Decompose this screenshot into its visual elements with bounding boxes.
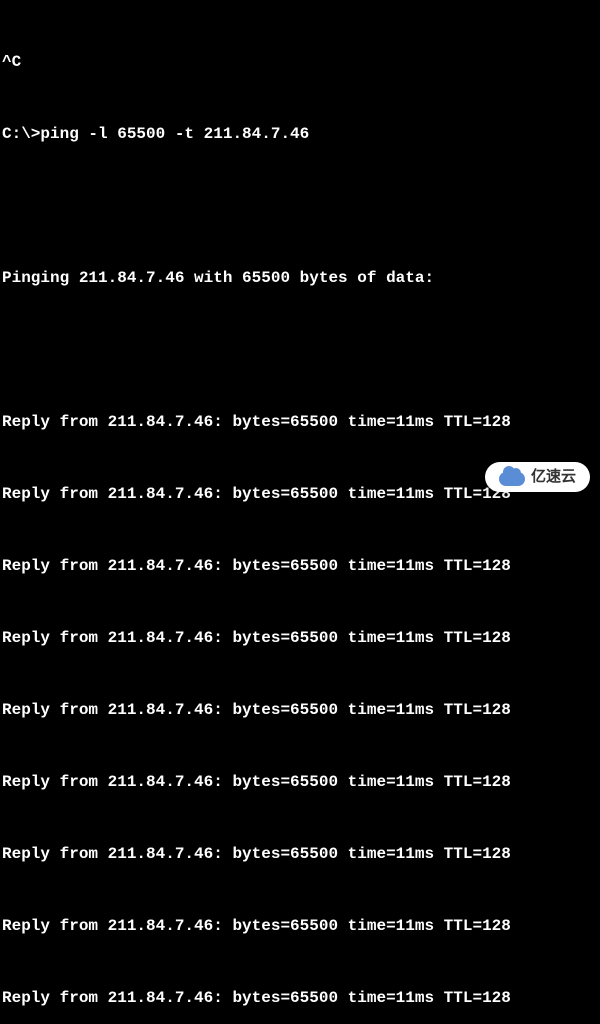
ping-reply: Reply from 211.84.7.46: bytes=65500 time…	[2, 554, 598, 578]
interrupt-line: ^C	[2, 50, 598, 74]
blank-line	[2, 338, 598, 362]
pinging-header: Pinging 211.84.7.46 with 65500 bytes of …	[2, 266, 598, 290]
ping-reply: Reply from 211.84.7.46: bytes=65500 time…	[2, 914, 598, 938]
ping-reply: Reply from 211.84.7.46: bytes=65500 time…	[2, 410, 598, 434]
ping-reply: Reply from 211.84.7.46: bytes=65500 time…	[2, 626, 598, 650]
blank-line	[2, 194, 598, 218]
watermark-text: 亿速云	[531, 466, 576, 489]
ping-reply: Reply from 211.84.7.46: bytes=65500 time…	[2, 986, 598, 1010]
watermark-badge: 亿速云	[485, 462, 590, 493]
ping-reply: Reply from 211.84.7.46: bytes=65500 time…	[2, 698, 598, 722]
command-prompt-line: C:\>ping -l 65500 -t 211.84.7.46	[2, 122, 598, 146]
ping-reply: Reply from 211.84.7.46: bytes=65500 time…	[2, 770, 598, 794]
ping-reply: Reply from 211.84.7.46: bytes=65500 time…	[2, 842, 598, 866]
cloud-icon	[499, 468, 525, 486]
terminal-output[interactable]: ^C C:\>ping -l 65500 -t 211.84.7.46 Ping…	[0, 0, 600, 1024]
